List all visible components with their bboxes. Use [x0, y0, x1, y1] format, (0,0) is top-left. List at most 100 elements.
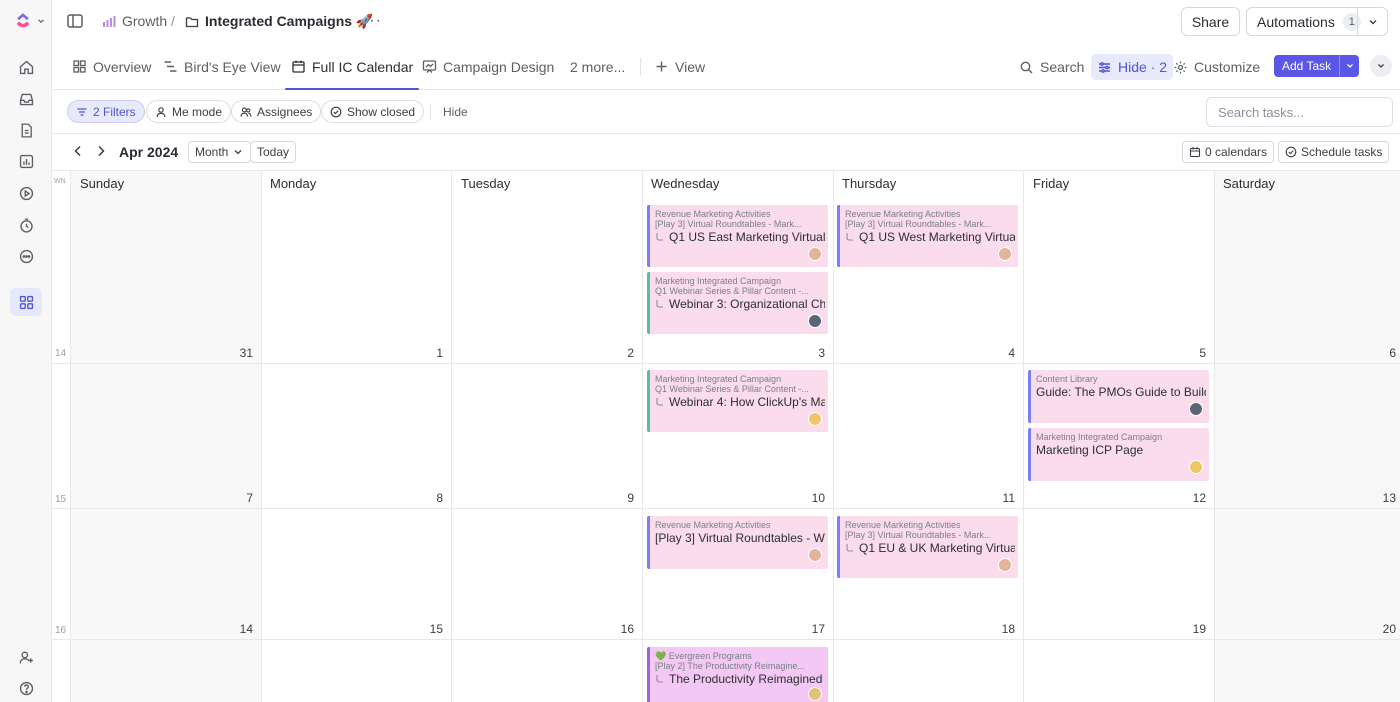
search-tasks-input[interactable]	[1206, 97, 1393, 127]
day-cell-number[interactable]: 19	[1176, 622, 1206, 636]
event-title-row: The Productivity Reimagined	[655, 672, 825, 686]
calendar-event[interactable]: Marketing Integrated Campaign Q1 Webinar…	[647, 370, 828, 432]
show-closed-chip[interactable]: Show closed	[321, 100, 425, 123]
search-icon	[1020, 61, 1033, 73]
avatar	[808, 314, 822, 328]
calendar-event[interactable]: Revenue Marketing Activities [Play 3] Vi…	[837, 205, 1018, 267]
day-cell-number[interactable]: 3	[795, 346, 825, 360]
tab-birds-eye-view[interactable]: Bird's Eye View	[163, 44, 281, 89]
breadcrumb-folder[interactable]: Integrated Campaigns 🚀	[185, 13, 373, 30]
top-bar: Growth / Integrated Campaigns 🚀 ··· Shar…	[52, 0, 1400, 44]
day-cell-number[interactable]: 11	[985, 491, 1015, 505]
day-cell-number[interactable]: 1	[413, 346, 443, 360]
more-icon[interactable]	[10, 242, 42, 270]
calendars-button[interactable]: 0 calendars	[1182, 141, 1275, 163]
day-cell-number[interactable]: 14	[223, 622, 253, 636]
day-cell-number[interactable]: 16	[604, 622, 634, 636]
day-cell-number[interactable]: 7	[223, 491, 253, 505]
avatar	[808, 687, 822, 701]
hide-button[interactable]: Hide · 2	[1091, 54, 1174, 80]
search-label: Search	[1040, 59, 1085, 75]
invite-user-icon[interactable]	[10, 643, 42, 671]
calendar-event[interactable]: Revenue Marketing Activities [Play 3] Vi…	[647, 516, 828, 569]
row-divider	[52, 508, 1400, 509]
breadcrumb-folder-label: Integrated Campaigns 🚀	[205, 13, 374, 29]
me-mode-label: Me mode	[172, 104, 223, 119]
user-icon	[156, 106, 166, 117]
filter-hide-link[interactable]: Hide	[443, 105, 468, 119]
breadcrumb-growth-label: Growth	[122, 13, 168, 29]
day-cell-number[interactable]: 12	[1176, 491, 1206, 505]
tab-full-ic-calendar[interactable]: Full IC Calendar	[284, 44, 420, 90]
chevron-down-icon	[1378, 64, 1384, 68]
users-icon	[240, 107, 252, 117]
search-button[interactable]: Search	[1019, 54, 1084, 80]
calendar-event[interactable]: Marketing Integrated Campaign Q1 Webinar…	[647, 272, 828, 334]
share-button[interactable]: Share	[1181, 7, 1240, 36]
sidebar-toggle-icon[interactable]	[66, 12, 84, 30]
tab-more[interactable]: 2 more...	[570, 44, 625, 89]
calendar-event[interactable]: Marketing Integrated Campaign Marketing …	[1028, 428, 1209, 481]
growth-space-icon	[103, 16, 116, 27]
inbox-icon[interactable]	[10, 85, 42, 113]
spaces-icon[interactable]	[10, 288, 42, 316]
timesheets-icon[interactable]	[10, 211, 42, 239]
dashboards-icon[interactable]	[10, 147, 42, 175]
today-button[interactable]: Today	[250, 141, 297, 163]
add-task-button[interactable]: Add Task	[1274, 55, 1359, 77]
breadcrumb-growth[interactable]: Growth	[102, 13, 167, 29]
day-cell-number[interactable]: 6	[1366, 346, 1396, 360]
docs-icon[interactable]	[10, 116, 42, 144]
assignees-label: Assignees	[257, 104, 313, 119]
dayname-monday: Monday	[270, 176, 317, 191]
workspace-switcher[interactable]	[14, 10, 50, 32]
tab-campaign-design[interactable]: Campaign Design	[422, 44, 554, 89]
customize-button[interactable]: Customize	[1173, 54, 1260, 80]
day-cell-number[interactable]: 18	[985, 622, 1015, 636]
day-cell-number[interactable]: 10	[795, 491, 825, 505]
calendar-event[interactable]: Revenue Marketing Activities [Play 3] Vi…	[647, 205, 828, 267]
breadcrumb-more-icon[interactable]: ···	[363, 12, 382, 30]
tab-overview[interactable]: Overview	[72, 44, 151, 89]
event-list-name: Marketing Integrated Campaign	[1036, 432, 1163, 442]
view-tabs: Overview Bird's Eye View Full IC Calenda…	[52, 44, 1400, 90]
automations-button[interactable]: Automations 1	[1246, 7, 1388, 36]
clips-icon[interactable]	[10, 179, 42, 207]
collapse-toolbar-button[interactable]	[1370, 55, 1392, 77]
schedule-tasks-label: Schedule tasks	[1301, 145, 1383, 159]
day-cell-number[interactable]: 13	[1366, 491, 1396, 505]
event-list-name: Content Library	[1036, 374, 1098, 384]
schedule-tasks-button[interactable]: Schedule tasks	[1278, 141, 1390, 163]
chevron-left-icon[interactable]	[70, 143, 86, 159]
automations-dropdown[interactable]	[1357, 8, 1387, 35]
me-mode-chip[interactable]: Me mode	[146, 100, 232, 123]
chevron-down-icon	[38, 19, 44, 23]
view-mode-select[interactable]: Month	[188, 141, 252, 163]
day-cell-number[interactable]: 9	[604, 491, 634, 505]
column-divider	[261, 171, 262, 702]
calendar-event[interactable]: 💚 Evergreen Programs [Play 2] The Produc…	[647, 647, 828, 702]
day-cell-number[interactable]: 17	[795, 622, 825, 636]
help-icon[interactable]	[10, 674, 42, 702]
filters-chip[interactable]: 2 Filters	[67, 100, 145, 123]
calendar-event[interactable]: Revenue Marketing Activities [Play 3] Vi…	[837, 516, 1018, 578]
day-cell-number[interactable]: 4	[985, 346, 1015, 360]
whiteboard-icon	[422, 60, 437, 73]
calendar-event[interactable]: Content Library Guide: The PMOs Guide to…	[1028, 370, 1209, 423]
event-title-row: Q1 EU & UK Marketing Virtual	[845, 541, 1015, 555]
day-cell-number[interactable]: 15	[413, 622, 443, 636]
chevron-down-icon	[1369, 19, 1376, 24]
day-cell-number[interactable]: 20	[1366, 622, 1396, 636]
event-title: Webinar 3: Organizational Ch	[669, 297, 825, 311]
day-cell-number[interactable]: 5	[1176, 346, 1206, 360]
tab-birds-eye-view-label: Bird's Eye View	[184, 58, 281, 75]
day-cell-number[interactable]: 31	[223, 346, 253, 360]
day-cell-number[interactable]: 8	[413, 491, 443, 505]
add-view-button[interactable]: View	[654, 44, 705, 89]
chevron-right-icon[interactable]	[93, 143, 109, 159]
day-cell-number[interactable]: 2	[604, 346, 634, 360]
show-closed-label: Show closed	[347, 104, 416, 119]
add-task-dropdown[interactable]	[1339, 55, 1359, 77]
assignees-chip[interactable]: Assignees	[231, 100, 322, 123]
home-icon[interactable]	[10, 53, 42, 81]
